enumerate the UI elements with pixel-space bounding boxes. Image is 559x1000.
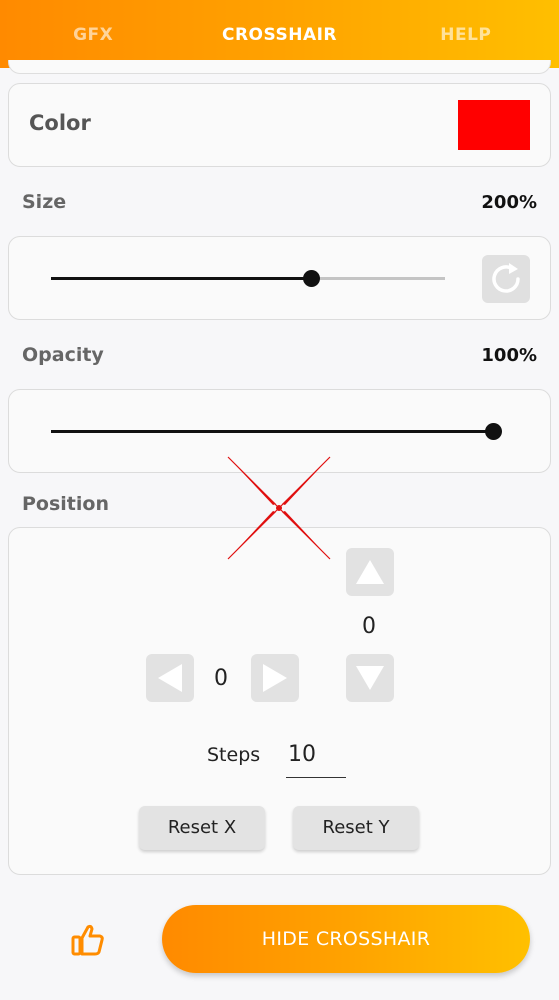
color-swatch[interactable] [458, 100, 530, 150]
tab-help[interactable]: HELP [373, 0, 559, 68]
reset-x-button[interactable]: Reset X [139, 806, 265, 850]
position-card: 0 0 Steps Reset X Reset Y [8, 527, 551, 875]
opacity-slider-fill [51, 430, 493, 433]
opacity-slider-track[interactable] [51, 423, 502, 440]
size-slider-card [8, 236, 551, 320]
triangle-down-icon [356, 666, 384, 690]
crosshair-preview [227, 456, 331, 560]
tab-crosshair[interactable]: CROSSHAIR [186, 0, 373, 68]
triangle-up-icon [356, 560, 384, 584]
triangle-left-icon [158, 664, 182, 692]
triangle-right-icon [263, 664, 287, 692]
move-up-button[interactable] [346, 548, 394, 596]
x-position-value: 0 [214, 666, 228, 691]
size-value: 200% [481, 192, 537, 213]
opacity-label: Opacity [22, 344, 104, 366]
size-reset-button[interactable] [482, 255, 530, 303]
move-left-button[interactable] [146, 654, 194, 702]
color-card[interactable]: Color [8, 83, 551, 167]
color-label: Color [29, 111, 91, 135]
hide-crosshair-button[interactable]: HIDE CROSSHAIR [162, 905, 530, 973]
reset-y-button[interactable]: Reset Y [293, 806, 419, 850]
steps-label: Steps [207, 744, 261, 766]
size-label: Size [22, 191, 67, 213]
previous-card-edge [8, 60, 551, 74]
tab-gfx[interactable]: GFX [0, 0, 186, 68]
size-slider-thumb[interactable] [303, 270, 321, 287]
steps-input[interactable] [286, 732, 346, 778]
size-slider-track[interactable] [51, 270, 445, 287]
move-right-button[interactable] [251, 654, 299, 702]
size-slider-fill [51, 277, 312, 280]
tab-bar: GFX CROSSHAIR HELP [0, 0, 559, 68]
thumbs-up-icon[interactable] [70, 922, 106, 958]
opacity-slider-thumb[interactable] [485, 423, 502, 440]
move-down-button[interactable] [346, 654, 394, 702]
opacity-value: 100% [481, 345, 537, 366]
position-label: Position [22, 493, 109, 515]
refresh-icon [492, 263, 520, 293]
y-position-value: 0 [362, 614, 376, 639]
